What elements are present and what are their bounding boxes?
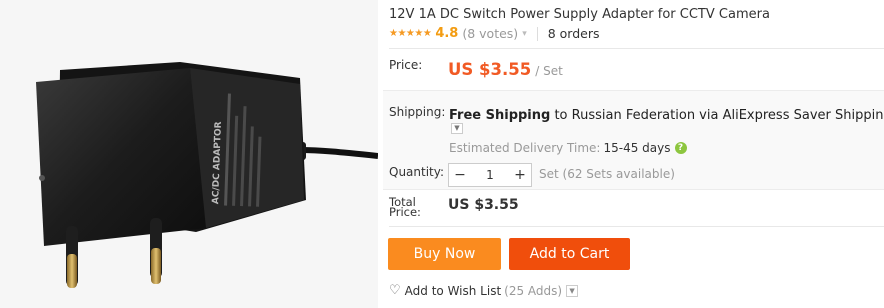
heart-icon[interactable]: ♡ (389, 283, 401, 298)
buy-now-button[interactable]: Buy Now (388, 238, 501, 270)
add-to-cart-button[interactable]: Add to Cart (509, 238, 630, 270)
price-label: Price: (389, 58, 423, 72)
adapter-illustration: AC/DC ADAPTOR (36, 62, 378, 288)
divider (389, 226, 884, 227)
shipping-label: Shipping: (389, 105, 446, 119)
divider (536, 26, 538, 41)
price-value: US $3.55 (448, 60, 532, 79)
total-label-line2: Price: (389, 205, 421, 219)
chevron-down-icon[interactable]: ▼ (566, 284, 579, 297)
help-icon[interactable]: ? (674, 142, 687, 154)
product-title[interactable]: 12V 1A DC Switch Power Supply Adapter fo… (389, 7, 770, 22)
quantity-increase-button[interactable]: + (509, 167, 531, 183)
delivery-estimate: Estimated Delivery Time: 15-45 days ? (449, 141, 687, 155)
rating-value: 4.8 (435, 26, 459, 41)
shipping-options-chevron-down-icon[interactable]: ▼ (451, 123, 463, 134)
rating-row: ★★★★★ 4.8 (8 votes) ▾ 8 orders (389, 26, 600, 41)
quantity-decrease-button[interactable]: − (449, 167, 471, 183)
shipping-text: Free Shipping to Russian Federation via … (449, 108, 884, 123)
quantity-input[interactable]: 1 (471, 168, 509, 182)
eta-label: Estimated Delivery Time: (449, 141, 601, 155)
free-shipping-text: Free Shipping (449, 108, 551, 123)
price-unit: / Set (535, 64, 563, 78)
total-price-label: Total Price: (389, 196, 421, 219)
availability-text: Set (62 Sets available) (539, 167, 675, 181)
orders-count: 8 orders (547, 26, 600, 41)
quantity-label: Quantity: (389, 165, 445, 179)
total-price-value: US $3.55 (448, 197, 519, 213)
divider (389, 48, 884, 49)
quantity-stepper: − 1 + (448, 163, 532, 187)
votes-link[interactable]: (8 votes) (462, 26, 518, 41)
add-to-wishlist-link[interactable]: Add to Wish List (405, 284, 502, 298)
eta-value: 15-45 days (603, 141, 671, 155)
wishlist-row: ♡ Add to Wish List (25 Adds) ▼ (389, 283, 579, 298)
price: US $3.55 / Set (448, 60, 563, 79)
star-icon: ★★★★★ (389, 28, 432, 39)
wishlist-count: (25 Adds) (504, 283, 563, 298)
chevron-down-icon[interactable]: ▾ (522, 29, 527, 39)
shipping-destination: to Russian Federation via AliExpress Sav… (550, 108, 884, 123)
product-image[interactable]: AC/DC ADAPTOR (0, 0, 378, 308)
